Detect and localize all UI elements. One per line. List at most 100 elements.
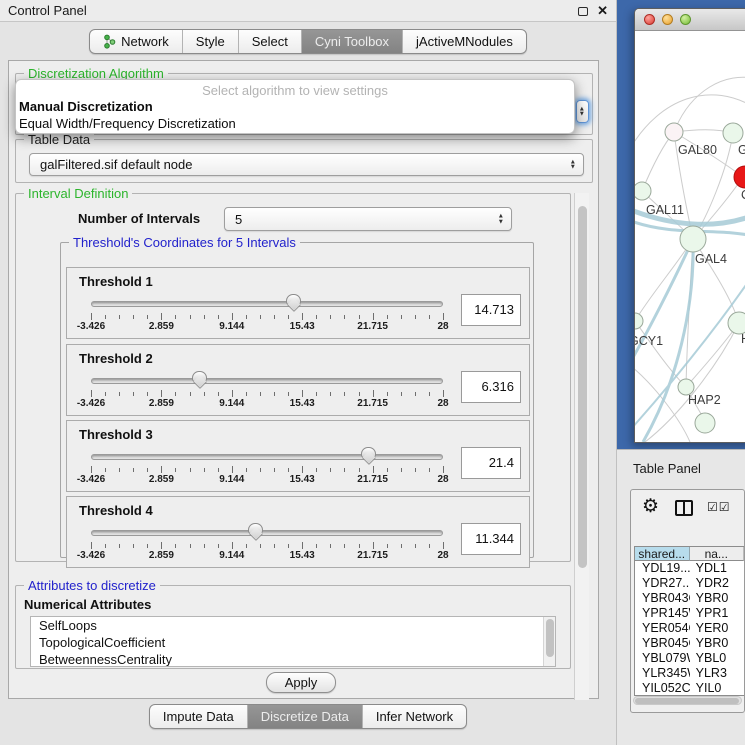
numerical-attributes-list[interactable]: SelfLoops TopologicalCoefficient Between… [30,616,556,667]
cell[interactable]: YBR0 [690,591,744,606]
tab-impute-data[interactable]: Impute Data [150,705,247,728]
cell[interactable]: YDR2 [690,576,744,591]
algorithm-combobox-button[interactable]: ▲▼ [576,100,589,123]
network-view-window[interactable]: GAL80 GA C GAL11 GAL4 GCY1 H HAP2 [634,8,745,443]
zoom-traffic-light-icon[interactable] [680,14,691,25]
slider-handle[interactable] [286,294,301,305]
cell[interactable]: YPR1 [690,606,744,621]
algorithm-option-manual[interactable]: Manual Discretization [16,98,574,115]
table-row[interactable]: YBR043CYBR0 [635,591,744,606]
table-row[interactable]: YBL079WYBL0 [635,651,744,666]
table-data-value: galFiltered.sif default node [40,157,192,172]
node-table[interactable]: shared... na... YDL19...YDL1 YDR27...YDR… [634,546,744,696]
tab-network[interactable]: Network [90,30,182,53]
scrollbar-thumb[interactable] [578,206,587,568]
tab-jactivemnodules[interactable]: jActiveMNodules [402,30,526,53]
scrollbar-thumb[interactable] [635,698,739,704]
cell[interactable]: YIL052C [635,681,690,696]
scrollbar-thumb[interactable] [546,619,554,657]
table-row[interactable]: YPR145WYPR1 [635,606,744,621]
threshold-2-value-field[interactable]: 6.316 [461,371,521,403]
table-row[interactable]: YDR27...YDR2 [635,576,744,591]
cell[interactable]: YER0 [690,621,744,636]
slider-tick [190,468,191,472]
list-item[interactable]: BetweennessCentrality [31,651,555,667]
node-selected-red[interactable] [734,166,745,188]
node-gal11[interactable] [635,182,651,200]
threshold-4-slider[interactable]: -3.4262.8599.14415.4321.71528 [91,525,443,565]
list-item[interactable]: TopologicalCoefficient [31,634,555,651]
list-scrollbar[interactable] [543,617,555,666]
cell[interactable]: YBL079W [635,651,690,666]
threshold-1-slider[interactable]: -3.4262.8599.14415.4321.71528 [91,296,443,336]
table-data-combobox[interactable]: galFiltered.sif default node ▲▼ [29,153,584,176]
slider-handle[interactable] [361,447,376,458]
threshold-1-value-field[interactable]: 14.713 [461,294,521,326]
threshold-2-slider[interactable]: -3.4262.8599.14415.4321.71528 [91,373,443,413]
cell[interactable]: YBR045C [635,636,690,651]
slider-tick [316,392,317,396]
network-canvas[interactable]: GAL80 GA C GAL11 GAL4 GCY1 H HAP2 [635,31,745,442]
select-columns-icon[interactable]: ☑☑ [707,500,731,514]
node-h[interactable] [728,312,745,334]
tab-infer-network[interactable]: Infer Network [362,705,466,728]
node-bottom[interactable] [695,413,715,433]
table-horizontal-scrollbar[interactable] [633,696,742,705]
slider-tick [288,544,289,548]
interval-definition-group: Interval Definition Number of Intervals … [15,193,571,562]
tab-style[interactable]: Style [182,30,238,53]
table-row[interactable]: YER054CYER0 [635,621,744,636]
cell[interactable]: YBR043C [635,591,690,606]
cell[interactable]: YBL0 [690,651,744,666]
threshold-3-slider[interactable]: -3.4262.8599.14415.4321.71528 [91,449,443,489]
cell[interactable]: YLR3 [690,666,744,681]
list-item[interactable]: SelfLoops [31,617,555,634]
threshold-3-value-field[interactable]: 21.4 [461,447,521,479]
table-row[interactable]: YLR345WYLR3 [635,666,744,681]
node-gal4[interactable] [680,226,706,252]
node-partial-top-right[interactable] [723,123,743,143]
slider-tick [119,468,120,472]
slider-tick [260,315,261,319]
tab-select[interactable]: Select [238,30,301,53]
column-header-name[interactable]: na... [690,547,745,561]
minimize-traffic-light-icon[interactable] [662,14,673,25]
content-scrollbar[interactable] [574,193,589,700]
tab-style-label: Style [196,34,225,49]
algorithm-option-equal-width[interactable]: Equal Width/Frequency Discretization [16,115,574,132]
table-row[interactable]: YBR045CYBR0 [635,636,744,651]
column-header-shared[interactable]: shared... [635,547,690,561]
number-of-intervals-combobox[interactable]: 5 ▲▼ [224,207,512,231]
slider-track[interactable] [91,301,443,307]
cell[interactable]: YDR27... [635,576,690,591]
gear-icon[interactable]: ⚙ [642,495,659,518]
threshold-4-value-field[interactable]: 11.344 [461,523,521,555]
slider-handle[interactable] [192,371,207,382]
slider-track[interactable] [91,378,443,384]
close-icon[interactable]: ✕ [597,6,608,16]
cell[interactable]: YLR345W [635,666,690,681]
cell[interactable]: YER054C [635,621,690,636]
columns-icon[interactable] [675,500,693,516]
apply-button[interactable]: Apply [266,672,336,693]
network-window-titlebar[interactable] [635,9,745,31]
cell[interactable]: YPR145W [635,606,690,621]
node-gal80[interactable] [665,123,683,141]
cell[interactable]: YBR0 [690,636,744,651]
slider-handle[interactable] [248,523,263,534]
cell[interactable]: YDL1 [690,561,744,576]
table-row[interactable]: YIL052CYIL0 [635,681,744,696]
node-gcy1[interactable] [635,313,643,329]
close-traffic-light-icon[interactable] [644,14,655,25]
slider-track[interactable] [91,530,443,536]
float-window-icon[interactable] [578,7,588,16]
table-row[interactable]: YDL19...YDL1 [635,561,744,576]
tab-discretize-data[interactable]: Discretize Data [247,705,362,728]
cell[interactable]: YDL19... [635,561,690,576]
tab-cyni-toolbox[interactable]: Cyni Toolbox [301,30,402,53]
slider-tick [415,544,416,548]
table-toolbar: ⚙ ☑☑ [631,490,744,542]
slider-track[interactable] [91,454,443,460]
slider-tick [330,544,331,548]
cell[interactable]: YIL0 [690,681,744,696]
